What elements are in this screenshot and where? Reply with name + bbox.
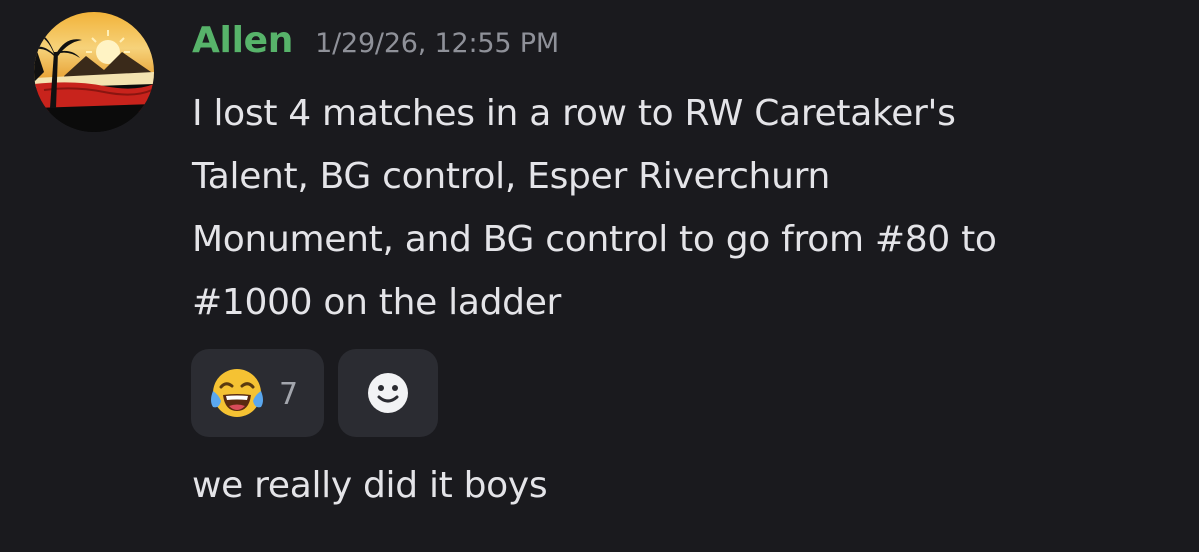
joy-emoji-icon [207, 363, 267, 423]
reaction-bar: 7 [191, 349, 438, 437]
sunset-island-avatar-image [34, 12, 154, 132]
followup-message: we really did it boys [192, 465, 548, 506]
user-avatar[interactable] [34, 12, 154, 132]
add-reaction-button[interactable] [338, 349, 438, 437]
message-line: Monument, and BG control to go from #80 … [192, 219, 997, 260]
smiley-add-reaction-icon [364, 369, 412, 417]
message-line: #1000 on the ladder [192, 282, 562, 323]
chat-message: Allen 1/29/26, 12:55 PM I lost 4 matches… [0, 0, 1199, 552]
message-line: Talent, BG control, Esper Riverchurn [192, 156, 830, 197]
username[interactable]: Allen [192, 20, 293, 61]
joy-reaction-button[interactable]: 7 [191, 349, 324, 437]
timestamp: 1/29/26, 12:55 PM [315, 28, 559, 59]
message-content: I lost 4 matches in a row to RW Caretake… [192, 82, 1172, 334]
message-header: Allen 1/29/26, 12:55 PM [192, 20, 559, 74]
reaction-count: 7 [279, 376, 299, 412]
message-line: I lost 4 matches in a row to RW Caretake… [192, 93, 956, 134]
